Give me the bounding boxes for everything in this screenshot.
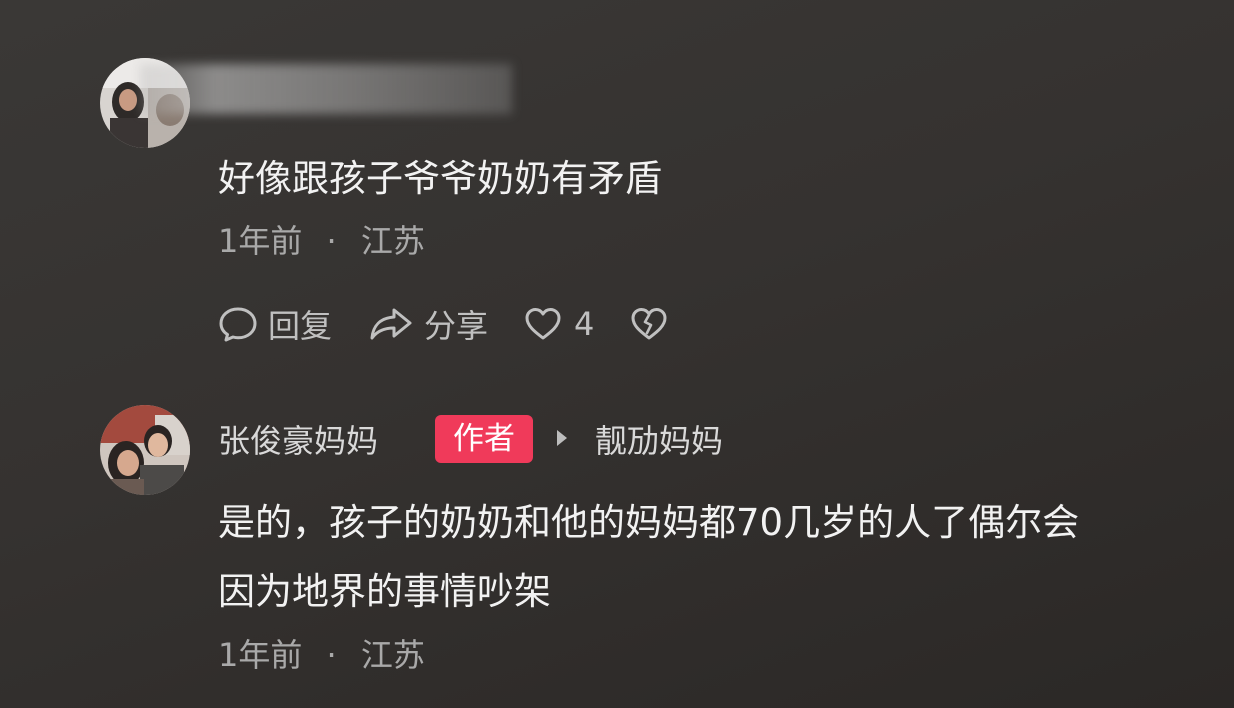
reply-button[interactable]: 回复 <box>218 301 332 347</box>
comment-text-line-2: 因为地界的事情吵架 <box>218 570 551 613</box>
caret-right-icon <box>557 430 567 446</box>
comment-bubble-icon <box>219 307 257 342</box>
share-label: 分享 <box>424 307 489 345</box>
broken-heart-icon <box>631 308 667 340</box>
comment-location: 江苏 <box>360 222 425 260</box>
comment-time: 1年前 <box>218 222 303 260</box>
comment-location: 江苏 <box>360 636 425 674</box>
comment-meta: 1年前 · 江苏 <box>218 216 425 262</box>
blurred-username <box>140 64 512 114</box>
share-arrow-icon <box>370 308 412 340</box>
reply-label: 回复 <box>268 307 333 345</box>
author-avatar[interactable] <box>100 405 190 495</box>
comment-text: 好像跟孩子爷爷奶奶有矛盾 <box>218 157 662 200</box>
dislike-button[interactable] <box>630 306 678 342</box>
reply-to-name[interactable]: 靓劢妈妈 <box>595 416 723 462</box>
like-count: 4 <box>574 305 595 343</box>
like-button[interactable]: 4 <box>524 305 594 343</box>
comment-meta: 1年前 · 江苏 <box>218 630 425 676</box>
comment-text-line-1: 是的，孩子的奶奶和他的妈妈都70几岁的人了偶尔会 <box>218 501 1080 544</box>
comment-actions: 回复 分享 4 <box>218 302 714 346</box>
author-badge: 作者 <box>435 415 533 463</box>
heart-icon <box>525 308 561 340</box>
comment-time: 1年前 <box>218 636 303 674</box>
author-avatar-image <box>100 405 190 495</box>
share-button[interactable]: 分享 <box>368 301 488 347</box>
meta-separator: · <box>326 222 337 260</box>
meta-separator: · <box>326 636 337 674</box>
author-name[interactable]: 张俊豪妈妈 <box>218 416 378 462</box>
